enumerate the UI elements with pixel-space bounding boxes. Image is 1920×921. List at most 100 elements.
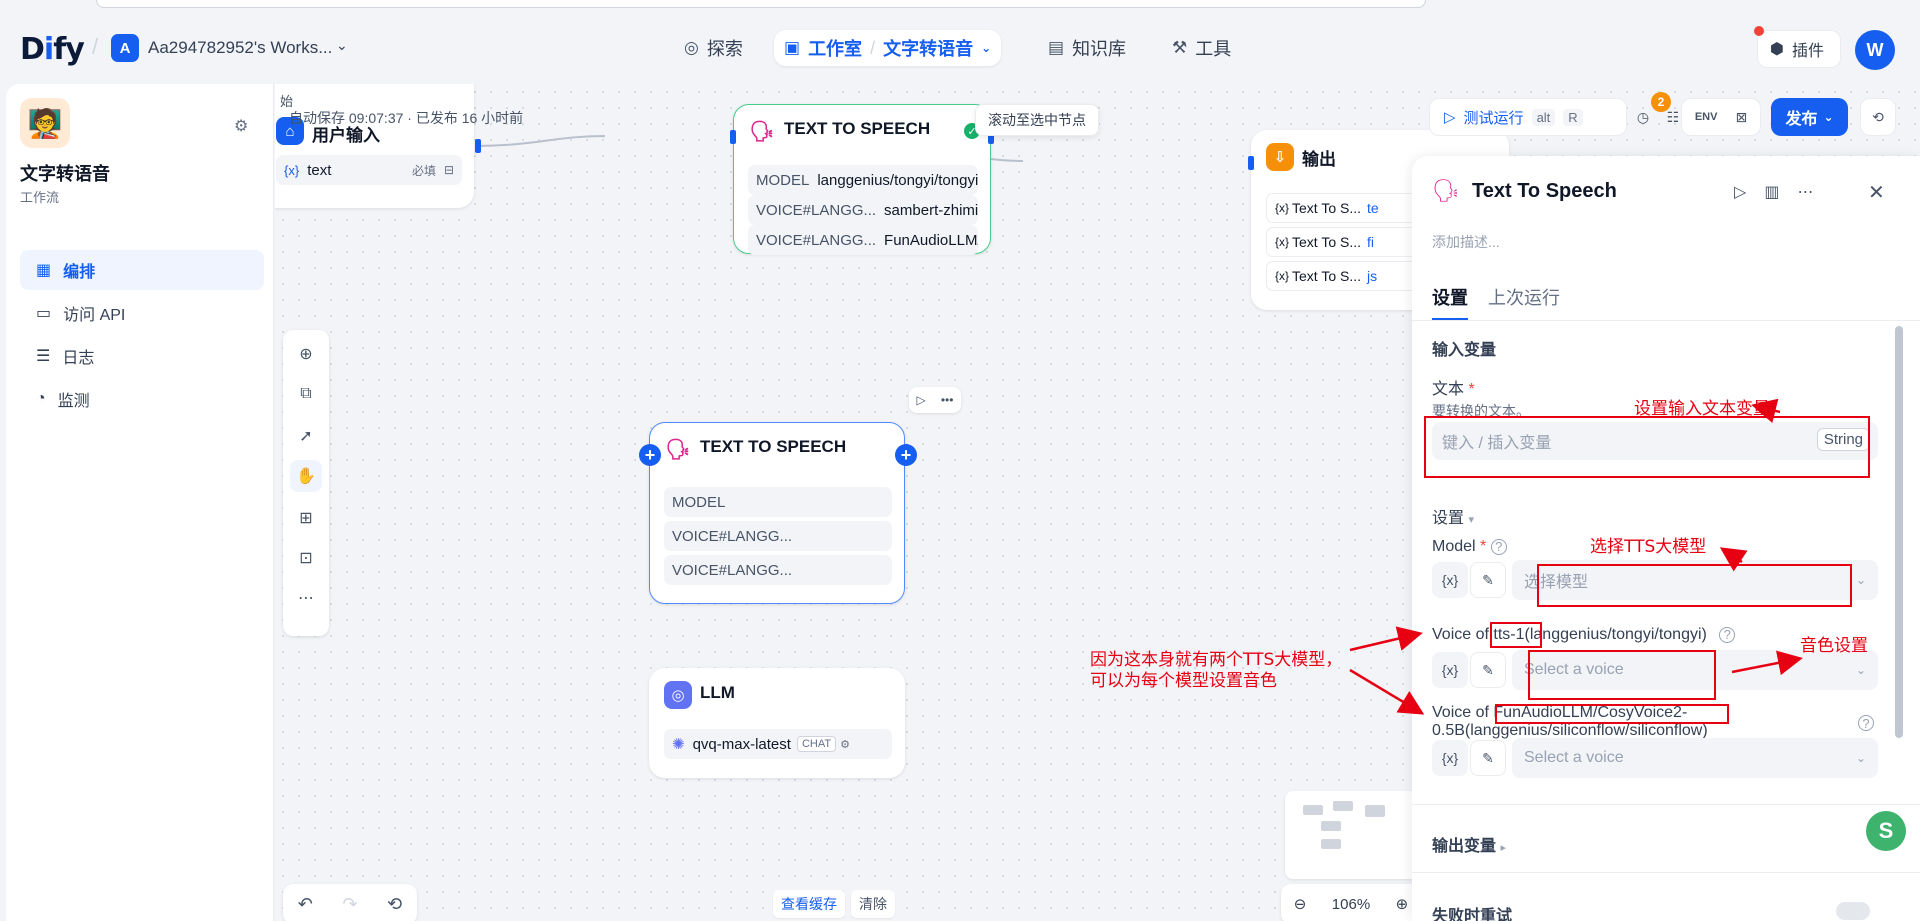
- variable-icon: {x}: [1275, 269, 1290, 283]
- variable-mode-button[interactable]: {x}: [1432, 562, 1468, 598]
- play-icon[interactable]: ▷: [1734, 182, 1746, 202]
- pencil-icon[interactable]: ✎: [1470, 562, 1506, 598]
- more-icon[interactable]: •••: [941, 393, 954, 407]
- plugins-button[interactable]: ⬢ 插件: [1757, 30, 1841, 68]
- divider: [1412, 320, 1920, 321]
- env-vars-group: ENV ⊠: [1681, 98, 1761, 136]
- annotation-box-voice1: [1528, 650, 1716, 700]
- chevron-down-icon[interactable]: ⌄: [336, 37, 348, 54]
- voice-label-prefix: Voice of: [1432, 704, 1489, 721]
- help-icon[interactable]: ?: [1719, 626, 1736, 643]
- nav-studio-label: 工作室: [808, 39, 863, 59]
- nav-tools[interactable]: ⚒ 工具: [1162, 30, 1241, 66]
- version-history-icon[interactable]: ⟲: [1860, 98, 1896, 136]
- add-node-icon[interactable]: ⊕: [290, 338, 322, 370]
- voice-label-model-cont: 0.5B(langgenius/siliconflow/siliconflow): [1432, 722, 1708, 739]
- description-input[interactable]: 添加描述...: [1432, 232, 1500, 252]
- node-source-handle[interactable]: [475, 139, 481, 153]
- node-target-handle[interactable]: [1248, 156, 1254, 170]
- chevron-down-icon: ⌄: [1855, 663, 1866, 677]
- tab-settings[interactable]: 设置: [1432, 284, 1468, 320]
- env-button[interactable]: ENV: [1695, 111, 1718, 123]
- dify-logo[interactable]: Dify: [20, 32, 85, 67]
- nav-knowledge[interactable]: ▤ 知识库: [1038, 30, 1136, 66]
- user-avatar[interactable]: W: [1855, 30, 1895, 70]
- annotation-box-text-input: [1424, 416, 1870, 478]
- pencil-icon[interactable]: ✎: [1470, 740, 1506, 776]
- add-node-after-button[interactable]: +: [895, 444, 917, 466]
- nav-separator: /: [870, 37, 876, 58]
- close-icon[interactable]: ✕: [1868, 180, 1885, 205]
- pencil-icon[interactable]: ✎: [1470, 652, 1506, 688]
- zoom-out-icon[interactable]: ⊖: [1294, 895, 1307, 913]
- canvas-toolbar: ⊕ ⧉ ➚ ✋ ⊞ ⊡ ⋯: [283, 330, 329, 636]
- variable-icon: {x}: [1275, 235, 1290, 249]
- panel-scrollbar[interactable]: [1895, 326, 1903, 738]
- help-icon[interactable]: ?: [1858, 715, 1874, 731]
- chevron-down-icon: ⌄: [1855, 573, 1866, 587]
- shortcut-key: alt: [1531, 108, 1556, 126]
- book-open-icon[interactable]: ▥: [1764, 182, 1779, 202]
- required-tag: 必填: [411, 163, 436, 178]
- retry-toggle[interactable]: [1836, 902, 1870, 920]
- panel-title[interactable]: Text To Speech: [1472, 180, 1617, 203]
- nav-studio[interactable]: ▣ 工作室 / 文字转语音 ⌄: [774, 30, 1002, 66]
- workspace-name[interactable]: Aa294782952's Works...: [148, 38, 332, 58]
- redo-icon[interactable]: ↷: [342, 894, 357, 915]
- pointer-icon[interactable]: ➚: [290, 420, 322, 452]
- variable-mode-button[interactable]: {x}: [1432, 740, 1468, 776]
- annotation-two-models-2: 可以为每个模型设置音色: [1090, 671, 1277, 691]
- more-icon[interactable]: ⋯: [290, 582, 322, 614]
- sidebar-item-orchestrate[interactable]: ▦ 编排: [20, 250, 264, 290]
- variable-mode-button[interactable]: {x}: [1432, 652, 1468, 688]
- nav-explore[interactable]: ◎ 探索: [674, 30, 753, 66]
- minimap[interactable]: [1285, 791, 1419, 879]
- publish-button[interactable]: 发布 ⌄: [1771, 98, 1848, 136]
- hand-icon[interactable]: ✋: [290, 460, 322, 492]
- node-hover-actions: ▷ •••: [909, 387, 961, 413]
- llm-node[interactable]: ◎ LLM ✺ qvq-max-latest CHAT ⚙: [649, 668, 905, 778]
- sidebar-item-logs[interactable]: ☰ 日志: [20, 336, 264, 376]
- add-note-icon[interactable]: ⧉: [290, 378, 322, 410]
- param-key: VOICE#LANGG...: [756, 201, 877, 219]
- voice2-select[interactable]: Select a voice ⌄: [1512, 738, 1878, 778]
- chevron-down-icon[interactable]: ⌄: [981, 41, 991, 55]
- node-param-row: MODEL langgenius/tongyi/tongyi...: [748, 165, 978, 195]
- sliders-icon[interactable]: ⚙: [234, 116, 248, 136]
- tab-last-run[interactable]: 上次运行: [1488, 284, 1560, 320]
- sidebar-item-api[interactable]: ▭ 访问 API: [20, 293, 264, 333]
- gauge-icon: ◔: [36, 390, 46, 407]
- play-icon[interactable]: ▷: [917, 393, 926, 407]
- node-target-handle[interactable]: [730, 130, 736, 144]
- export-image-icon[interactable]: ⊡: [290, 542, 322, 574]
- tts-node-new[interactable]: 🗣 TEXT TO SPEECH MODEL VOICE#LANGG... VO…: [649, 422, 905, 604]
- scroll-to-node-tooltip[interactable]: 滚动至选中节点: [975, 104, 1099, 136]
- tts-node-selected[interactable]: 🗣 TEXT TO SPEECH ✓ MODEL langgenius/tong…: [733, 104, 991, 255]
- clear-cache-button[interactable]: 清除: [851, 890, 895, 918]
- checklist-badge: 2: [1651, 92, 1671, 112]
- output-variables-heading[interactable]: 输出变量 ▸: [1432, 832, 1506, 856]
- annotation-box-tts1: [1490, 622, 1542, 648]
- help-icon[interactable]: ?: [1490, 538, 1507, 555]
- variable-icon[interactable]: ⊠: [1735, 109, 1747, 126]
- zoom-level[interactable]: 106%: [1332, 896, 1370, 913]
- node-title: 输出: [1302, 150, 1336, 169]
- sidebar-item-monitor[interactable]: ◔ 监测: [20, 379, 264, 419]
- settings-heading[interactable]: 设置 ▾: [1432, 504, 1474, 528]
- workspace-avatar[interactable]: A: [111, 34, 139, 62]
- history-controls: ↶ ↷ ⟲: [283, 884, 417, 921]
- more-icon[interactable]: ⋯: [1797, 182, 1813, 202]
- test-run-button[interactable]: ▷ 测试运行 alt R: [1429, 98, 1627, 136]
- organize-icon[interactable]: ⊞: [290, 502, 322, 534]
- undo-icon[interactable]: ↶: [298, 894, 313, 915]
- nav-tools-label: 工具: [1195, 39, 1232, 59]
- add-node-before-button[interactable]: +: [639, 444, 661, 466]
- zoom-in-icon[interactable]: ⊕: [1396, 895, 1409, 913]
- box-icon: ⬢: [1770, 41, 1784, 58]
- sidebar-item-label: 访问 API: [63, 307, 126, 324]
- user-input-node[interactable]: 始 ⌂ 用户输入 {x} text 必填 ⊟: [275, 84, 474, 208]
- assistant-fab-icon[interactable]: S: [1866, 811, 1906, 851]
- history-icon[interactable]: ⟲: [387, 894, 402, 915]
- nav-current-app[interactable]: 文字转语音: [883, 35, 973, 61]
- view-cache-button[interactable]: 查看缓存: [773, 890, 845, 918]
